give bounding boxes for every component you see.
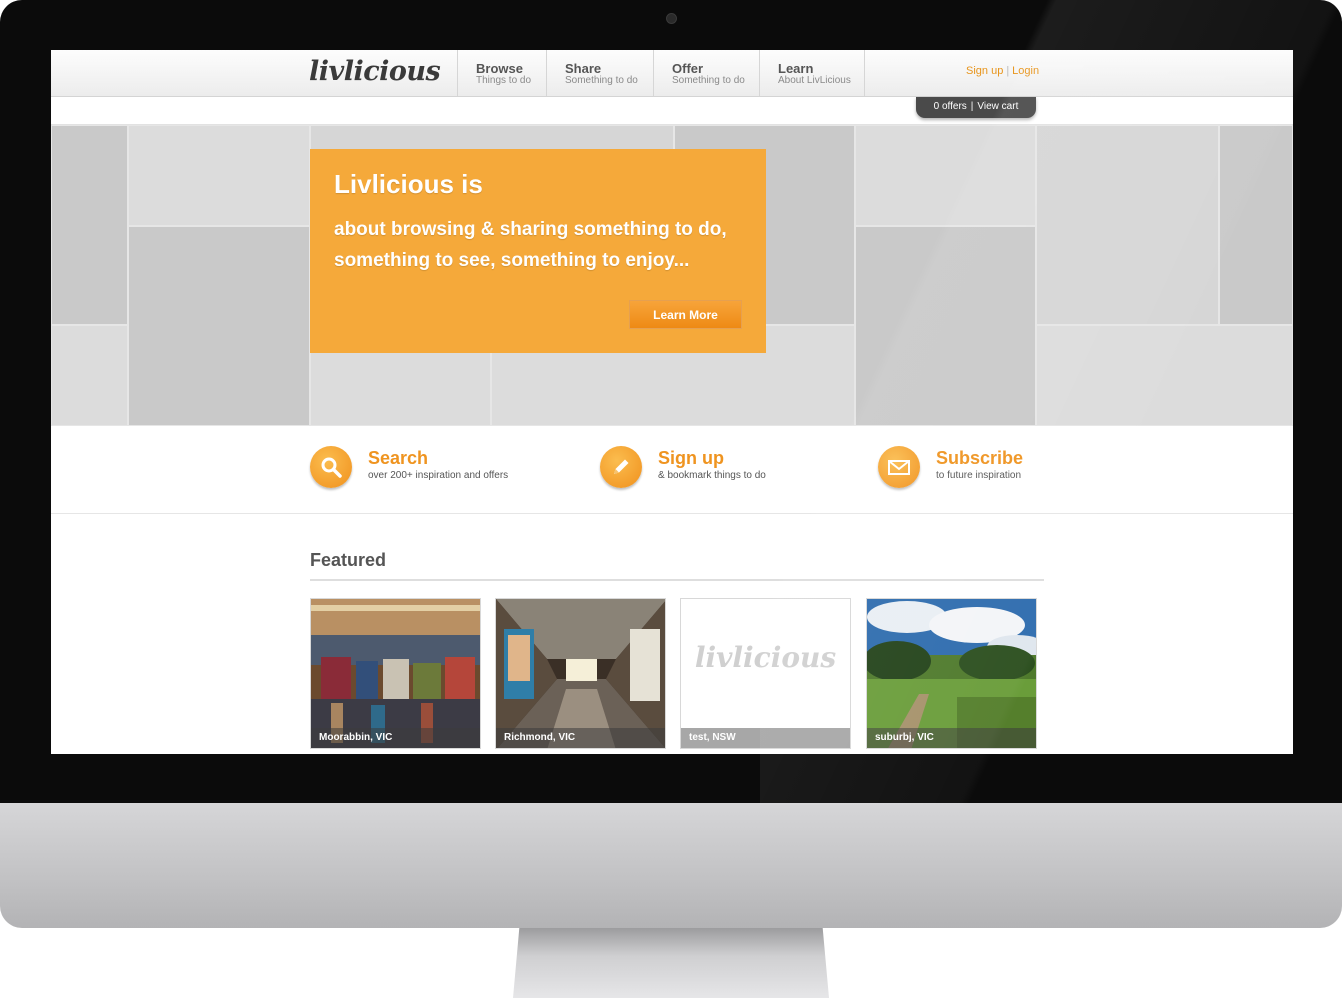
sub-bar <box>51 97 1293 125</box>
hero-banner: Livlicious is about browsing & sharing s… <box>51 125 1293 426</box>
card-label: test, NSW <box>681 728 850 748</box>
featured-card-moorabbin[interactable]: Moorabbin, VIC <box>310 598 481 749</box>
hero-tile <box>128 125 310 226</box>
hero-tile <box>1219 125 1293 325</box>
nav-item-title: Share <box>565 61 602 76</box>
featured-card-richmond[interactable]: Richmond, VIC <box>495 598 666 749</box>
monitor-chin <box>0 803 1342 928</box>
hero-tile <box>128 226 310 426</box>
card-label: Richmond, VIC <box>496 728 665 748</box>
feature-subtitle: to future inspiration <box>936 470 1022 481</box>
nav-item-title: Offer <box>672 61 704 76</box>
login-link[interactable]: Login <box>1012 65 1039 77</box>
hero-text: about browsing & sharing something to do… <box>334 214 742 276</box>
hero-tile <box>855 125 1036 226</box>
featured-heading: Featured <box>310 550 387 570</box>
offers-count[interactable]: 0 offers <box>934 101 967 112</box>
subway-tunnel-photo <box>496 599 665 748</box>
featured-card-test[interactable]: livlicious test, NSW <box>680 598 851 749</box>
learn-more-button[interactable]: Learn More <box>629 300 742 329</box>
card-label: Moorabbin, VIC <box>311 728 480 748</box>
signup-link[interactable]: Sign up <box>966 65 1003 77</box>
nav-item-offer[interactable]: Offer Something to do <box>653 50 759 96</box>
hero-tile <box>51 325 128 426</box>
auth-links: Sign up | Login <box>966 65 1039 77</box>
feature-title: Search <box>368 448 429 468</box>
monitor-stand <box>513 928 829 998</box>
nav-item-learn[interactable]: Learn About LivLicious <box>759 50 864 96</box>
featured-divider <box>310 579 1044 581</box>
top-navbar: livlicious Browse Things to do Share Som… <box>51 50 1293 97</box>
auth-separator: | <box>1006 65 1010 77</box>
placeholder-logo: livlicious <box>694 641 837 674</box>
feature-subtitle: over 200+ inspiration and offers <box>368 470 509 481</box>
cart-tab: 0 offers | View cart <box>916 97 1036 118</box>
market-stalls-photo <box>311 599 480 748</box>
nav-item-browse[interactable]: Browse Things to do <box>457 50 546 96</box>
hero-tile <box>855 226 1036 426</box>
hero-text-line: something to see, something to enjoy... <box>334 250 690 271</box>
nav-item-subtitle: Something to do <box>672 75 745 86</box>
nav-item-share[interactable]: Share Something to do <box>546 50 653 96</box>
featured-card-suburbj[interactable]: suburbj, VIC <box>866 598 1037 749</box>
nav-item-title: Learn <box>778 61 814 76</box>
hero-title: Livlicious is <box>334 169 483 199</box>
nav-item-title: Browse <box>476 61 523 76</box>
view-cart-link[interactable]: View cart <box>977 101 1018 112</box>
hero-tile <box>1036 325 1293 426</box>
webcam-icon <box>666 13 677 24</box>
nav-item-subtitle: About LivLicious <box>778 75 851 86</box>
features-strip: Search over 200+ inspiration and offers … <box>51 427 1293 514</box>
feature-title: Subscribe <box>936 448 1024 468</box>
envelope-icon <box>878 446 920 488</box>
hero-tile <box>51 125 128 325</box>
nav-item-subtitle: Something to do <box>565 75 638 86</box>
browser-screen: livlicious Browse Things to do Share Som… <box>51 50 1293 754</box>
card-label: suburbj, VIC <box>867 728 1036 748</box>
pencil-icon <box>600 446 642 488</box>
feature-subtitle: & bookmark things to do <box>658 470 766 481</box>
nav-divider <box>864 50 865 96</box>
feature-title: Sign up <box>658 448 724 468</box>
hero-promo-panel: Livlicious is about browsing & sharing s… <box>310 149 766 353</box>
cart-separator: | <box>970 101 974 112</box>
nav-item-subtitle: Things to do <box>476 75 532 86</box>
hero-tile <box>1036 125 1219 325</box>
search-icon <box>310 446 352 488</box>
site-logo[interactable]: livlicious <box>309 56 441 87</box>
hero-text-line: about browsing & sharing something to do… <box>334 219 727 240</box>
grassy-path-photo <box>867 599 1036 748</box>
